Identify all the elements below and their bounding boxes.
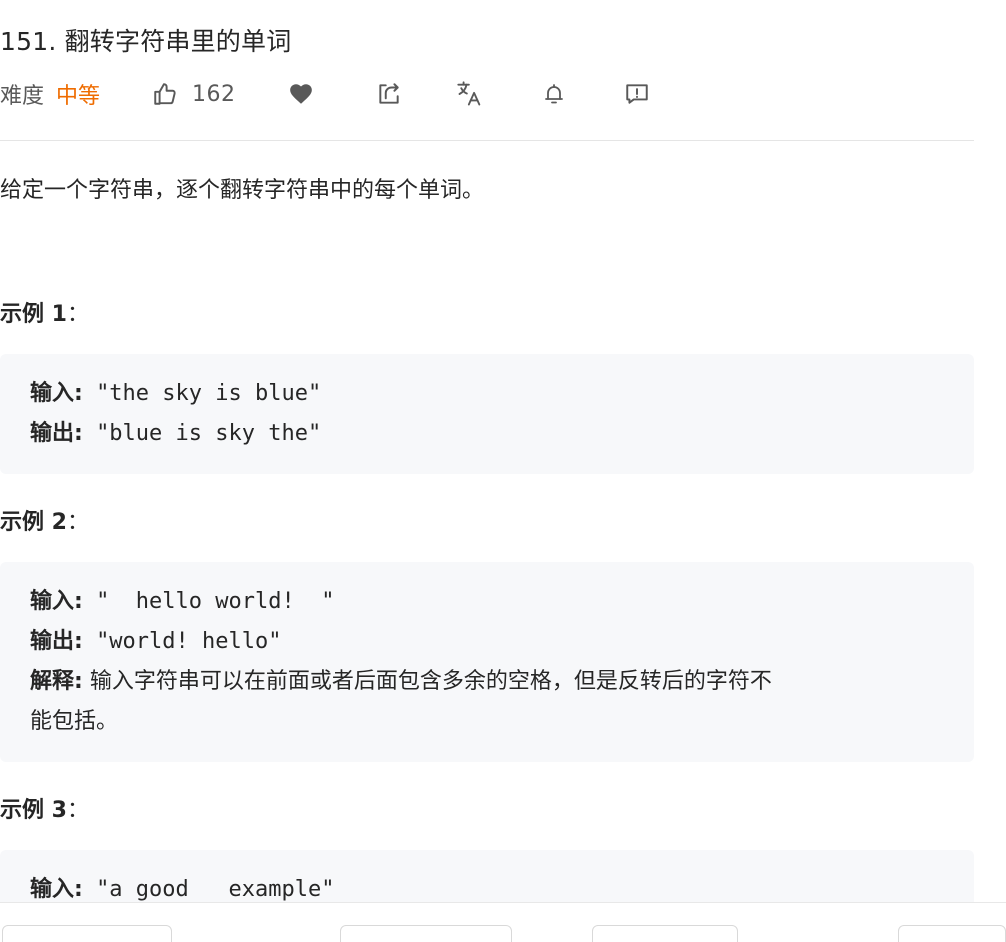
example-explain-line: 解释: 输入字符串可以在前面或者后面包含多余的空格，但是反转后的字符不 (30, 662, 944, 702)
translate-button[interactable] (456, 76, 484, 112)
input-value: " hello world! " (96, 589, 335, 614)
bottom-tab-1[interactable] (2, 925, 172, 942)
bottom-tab-2[interactable] (340, 925, 512, 942)
example-title-colon: ： (66, 510, 89, 535)
difficulty-badge: 中等 (56, 84, 101, 109)
favorite-button[interactable] (288, 76, 314, 112)
output-value: "blue is sky the" (96, 421, 322, 446)
example-title-text: 示例 1 (0, 302, 67, 327)
output-value: "world! hello" (96, 629, 282, 654)
heart-icon (288, 81, 314, 107)
input-label: 输入: (30, 589, 83, 614)
example-explain-continuation: 能包括。 (30, 709, 119, 734)
input-label: 输入: (30, 381, 83, 406)
example-output-line: 输出: "blue is sky the" (30, 414, 944, 454)
share-icon (376, 81, 402, 107)
notify-button[interactable] (542, 76, 566, 112)
translate-icon (456, 80, 484, 108)
example-title-text: 示例 2 (0, 510, 67, 535)
like-count: 162 (192, 81, 236, 107)
bottom-tab-4[interactable] (898, 925, 1006, 942)
example-2-title: 示例 2： (0, 504, 89, 536)
example-1-code: 输入: "the sky is blue" 输出: "blue is sky t… (0, 354, 974, 474)
bottom-tab-3[interactable] (592, 925, 738, 942)
bottom-toolbar (0, 902, 1006, 942)
problem-page: 151. 翻转字符串里的单词 难度 中等 162 给定一个字符串，逐个翻转字符串… (0, 0, 1006, 942)
example-1-title: 示例 1： (0, 296, 89, 328)
input-value: "a good example" (96, 877, 335, 902)
difficulty-label: 难度 (0, 84, 45, 109)
example-input-line: 输入: " hello world! " (30, 582, 944, 622)
explain-text-1: 输入字符串可以在前面或者后面包含多余的空格，但是反转后的字符不 (89, 669, 772, 694)
feedback-icon (624, 81, 650, 107)
example-title-text: 示例 3 (0, 798, 67, 823)
input-label: 输入: (30, 877, 83, 902)
header-divider (0, 140, 974, 141)
input-value: "the sky is blue" (96, 381, 322, 406)
example-title-colon: ： (66, 302, 89, 327)
example-title-colon: ： (66, 798, 89, 823)
example-output-line: 输出: "world! hello" (30, 622, 944, 662)
feedback-button[interactable] (624, 76, 650, 112)
share-button[interactable] (376, 76, 402, 112)
example-2-code: 输入: " hello world! " 输出: "world! hello" … (0, 562, 974, 762)
example-input-line: 输入: "the sky is blue" (30, 374, 944, 414)
like-button[interactable] (152, 76, 178, 112)
output-label: 输出: (30, 629, 83, 654)
output-label: 输出: (30, 421, 83, 446)
bell-icon (542, 82, 566, 106)
example-3-title: 示例 3： (0, 792, 89, 824)
thumbs-up-icon (152, 81, 178, 107)
problem-meta-bar: 难度 中等 162 (0, 76, 974, 112)
explain-label: 解释: (30, 669, 83, 694)
problem-title: 151. 翻转字符串里的单词 (0, 27, 292, 56)
problem-description: 给定一个字符串，逐个翻转字符串中的每个单词。 (0, 178, 485, 203)
